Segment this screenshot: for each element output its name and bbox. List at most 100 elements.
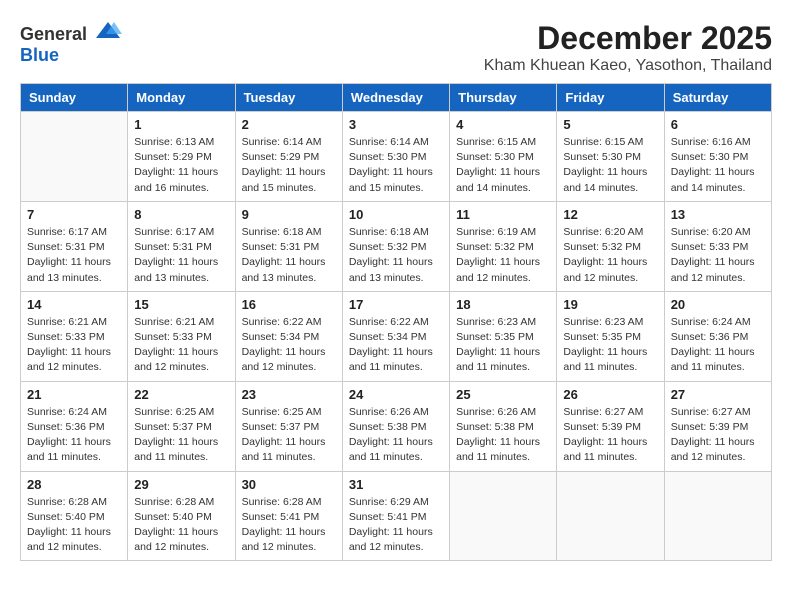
weekday-header-row: SundayMondayTuesdayWednesdayThursdayFrid… bbox=[21, 84, 772, 112]
calendar-cell bbox=[557, 471, 664, 561]
day-info: Sunrise: 6:26 AMSunset: 5:38 PMDaylight:… bbox=[456, 405, 550, 466]
day-info: Sunrise: 6:13 AMSunset: 5:29 PMDaylight:… bbox=[134, 135, 228, 196]
title-section: December 2025 Kham Khuean Kaeo, Yasothon… bbox=[484, 20, 772, 75]
weekday-header-monday: Monday bbox=[128, 84, 235, 112]
day-number: 17 bbox=[349, 297, 443, 312]
day-number: 16 bbox=[242, 297, 336, 312]
logo-text: General Blue bbox=[20, 20, 122, 66]
day-info: Sunrise: 6:18 AMSunset: 5:32 PMDaylight:… bbox=[349, 225, 443, 286]
day-info: Sunrise: 6:15 AMSunset: 5:30 PMDaylight:… bbox=[563, 135, 657, 196]
calendar-cell: 16 Sunrise: 6:22 AMSunset: 5:34 PMDayligh… bbox=[235, 291, 342, 381]
logo-blue: Blue bbox=[20, 45, 59, 65]
calendar-cell bbox=[21, 112, 128, 202]
day-info: Sunrise: 6:23 AMSunset: 5:35 PMDaylight:… bbox=[456, 315, 550, 376]
day-number: 12 bbox=[563, 207, 657, 222]
day-info: Sunrise: 6:27 AMSunset: 5:39 PMDaylight:… bbox=[671, 405, 765, 466]
day-number: 2 bbox=[242, 117, 336, 132]
calendar-cell: 13 Sunrise: 6:20 AMSunset: 5:33 PMDayligh… bbox=[664, 201, 771, 291]
day-number: 6 bbox=[671, 117, 765, 132]
day-number: 5 bbox=[563, 117, 657, 132]
calendar-cell: 15 Sunrise: 6:21 AMSunset: 5:33 PMDayligh… bbox=[128, 291, 235, 381]
day-number: 3 bbox=[349, 117, 443, 132]
day-info: Sunrise: 6:20 AMSunset: 5:32 PMDaylight:… bbox=[563, 225, 657, 286]
calendar-cell: 8Sunrise: 6:17 AMSunset: 5:31 PMDaylight… bbox=[128, 201, 235, 291]
day-number: 18 bbox=[456, 297, 550, 312]
day-info: Sunrise: 6:16 AMSunset: 5:30 PMDaylight:… bbox=[671, 135, 765, 196]
day-info: Sunrise: 6:21 AMSunset: 5:33 PMDaylight:… bbox=[27, 315, 121, 376]
day-number: 24 bbox=[349, 387, 443, 402]
logo-general: General bbox=[20, 24, 87, 44]
day-info: Sunrise: 6:19 AMSunset: 5:32 PMDaylight:… bbox=[456, 225, 550, 286]
calendar-cell: 7 Sunrise: 6:17 AMSunset: 5:31 PMDaylight… bbox=[21, 201, 128, 291]
day-info: Sunrise: 6:22 AMSunset: 5:34 PMDaylight:… bbox=[349, 315, 443, 376]
day-info: Sunrise: 6:15 AMSunset: 5:30 PMDaylight:… bbox=[456, 135, 550, 196]
day-number: 13 bbox=[671, 207, 765, 222]
day-info: Sunrise: 6:14 AMSunset: 5:29 PMDaylight:… bbox=[242, 135, 336, 196]
calendar-cell: 4 Sunrise: 6:15 AMSunset: 5:30 PMDaylight… bbox=[450, 112, 557, 202]
calendar-table: SundayMondayTuesdayWednesdayThursdayFrid… bbox=[20, 83, 772, 561]
calendar-cell: 31 Sunrise: 6:29 AMSunset: 5:41 PMDayligh… bbox=[342, 471, 449, 561]
calendar-cell: 18 Sunrise: 6:23 AMSunset: 5:35 PMDayligh… bbox=[450, 291, 557, 381]
day-info: Sunrise: 6:27 AMSunset: 5:39 PMDaylight:… bbox=[563, 405, 657, 466]
day-number: 31 bbox=[349, 477, 443, 492]
calendar-cell: 1Sunrise: 6:13 AMSunset: 5:29 PMDaylight… bbox=[128, 112, 235, 202]
calendar-cell: 14 Sunrise: 6:21 AMSunset: 5:33 PMDayligh… bbox=[21, 291, 128, 381]
day-info: Sunrise: 6:20 AMSunset: 5:33 PMDaylight:… bbox=[671, 225, 765, 286]
weekday-header-wednesday: Wednesday bbox=[342, 84, 449, 112]
day-number: 30 bbox=[242, 477, 336, 492]
calendar-cell: 21Sunrise: 6:24 AMSunset: 5:36 PMDayligh… bbox=[21, 381, 128, 471]
day-number: 4 bbox=[456, 117, 550, 132]
day-number: 20 bbox=[671, 297, 765, 312]
calendar-week-row: 7 Sunrise: 6:17 AMSunset: 5:31 PMDaylight… bbox=[21, 201, 772, 291]
calendar-cell: 29 Sunrise: 6:28 AMSunset: 5:40 PMDayligh… bbox=[128, 471, 235, 561]
calendar-cell: 6 Sunrise: 6:16 AMSunset: 5:30 PMDaylight… bbox=[664, 112, 771, 202]
day-number: 22 bbox=[134, 387, 228, 402]
day-info: Sunrise: 6:24 AMSunset: 5:36 PMDaylight:… bbox=[671, 315, 765, 376]
day-number: 25 bbox=[456, 387, 550, 402]
calendar-cell: 20 Sunrise: 6:24 AMSunset: 5:36 PMDayligh… bbox=[664, 291, 771, 381]
calendar-cell: 9 Sunrise: 6:18 AMSunset: 5:31 PMDaylight… bbox=[235, 201, 342, 291]
day-number: 9 bbox=[242, 207, 336, 222]
day-number: 29 bbox=[134, 477, 228, 492]
day-info: Sunrise: 6:14 AMSunset: 5:30 PMDaylight:… bbox=[349, 135, 443, 196]
day-info: Sunrise: 6:28 AMSunset: 5:41 PMDaylight:… bbox=[242, 495, 336, 556]
day-info: Sunrise: 6:17 AMSunset: 5:31 PMDaylight:… bbox=[27, 225, 121, 286]
subtitle: Kham Khuean Kaeo, Yasothon, Thailand bbox=[484, 57, 772, 75]
day-info: Sunrise: 6:18 AMSunset: 5:31 PMDaylight:… bbox=[242, 225, 336, 286]
weekday-header-saturday: Saturday bbox=[664, 84, 771, 112]
day-info: Sunrise: 6:25 AMSunset: 5:37 PMDaylight:… bbox=[134, 405, 228, 466]
calendar-cell: 10 Sunrise: 6:18 AMSunset: 5:32 PMDayligh… bbox=[342, 201, 449, 291]
calendar-week-row: 21Sunrise: 6:24 AMSunset: 5:36 PMDayligh… bbox=[21, 381, 772, 471]
day-number: 7 bbox=[27, 207, 121, 222]
calendar-cell: 22 Sunrise: 6:25 AMSunset: 5:37 PMDayligh… bbox=[128, 381, 235, 471]
calendar-cell: 17 Sunrise: 6:22 AMSunset: 5:34 PMDayligh… bbox=[342, 291, 449, 381]
day-info: Sunrise: 6:25 AMSunset: 5:37 PMDaylight:… bbox=[242, 405, 336, 466]
day-number: 15 bbox=[134, 297, 228, 312]
day-number: 19 bbox=[563, 297, 657, 312]
main-title: December 2025 bbox=[484, 20, 772, 57]
day-info: Sunrise: 6:28 AMSunset: 5:40 PMDaylight:… bbox=[134, 495, 228, 556]
calendar-cell: 12 Sunrise: 6:20 AMSunset: 5:32 PMDayligh… bbox=[557, 201, 664, 291]
calendar-cell: 24 Sunrise: 6:26 AMSunset: 5:38 PMDayligh… bbox=[342, 381, 449, 471]
calendar-cell: 30 Sunrise: 6:28 AMSunset: 5:41 PMDayligh… bbox=[235, 471, 342, 561]
calendar-cell: 28Sunrise: 6:28 AMSunset: 5:40 PMDayligh… bbox=[21, 471, 128, 561]
day-number: 26 bbox=[563, 387, 657, 402]
day-info: Sunrise: 6:26 AMSunset: 5:38 PMDaylight:… bbox=[349, 405, 443, 466]
calendar-cell: 27Sunrise: 6:27 AMSunset: 5:39 PMDayligh… bbox=[664, 381, 771, 471]
day-info: Sunrise: 6:24 AMSunset: 5:36 PMDaylight:… bbox=[27, 405, 121, 466]
day-info: Sunrise: 6:21 AMSunset: 5:33 PMDaylight:… bbox=[134, 315, 228, 376]
day-number: 28 bbox=[27, 477, 121, 492]
weekday-header-sunday: Sunday bbox=[21, 84, 128, 112]
day-info: Sunrise: 6:22 AMSunset: 5:34 PMDaylight:… bbox=[242, 315, 336, 376]
day-info: Sunrise: 6:29 AMSunset: 5:41 PMDaylight:… bbox=[349, 495, 443, 556]
calendar-cell: 11Sunrise: 6:19 AMSunset: 5:32 PMDayligh… bbox=[450, 201, 557, 291]
day-number: 10 bbox=[349, 207, 443, 222]
calendar-cell bbox=[664, 471, 771, 561]
calendar-cell: 3 Sunrise: 6:14 AMSunset: 5:30 PMDaylight… bbox=[342, 112, 449, 202]
page-header: General Blue December 2025 Kham Khuean K… bbox=[20, 20, 772, 75]
calendar-cell: 25 Sunrise: 6:26 AMSunset: 5:38 PMDayligh… bbox=[450, 381, 557, 471]
day-number: 14 bbox=[27, 297, 121, 312]
logo-icon bbox=[94, 20, 122, 40]
calendar-week-row: 28 Sunrise: 6:28 AMSunset: 5:40 PMDayligh… bbox=[21, 471, 772, 561]
calendar-cell: 26 Sunrise: 6:27 AMSunset: 5:39 PMDayligh… bbox=[557, 381, 664, 471]
